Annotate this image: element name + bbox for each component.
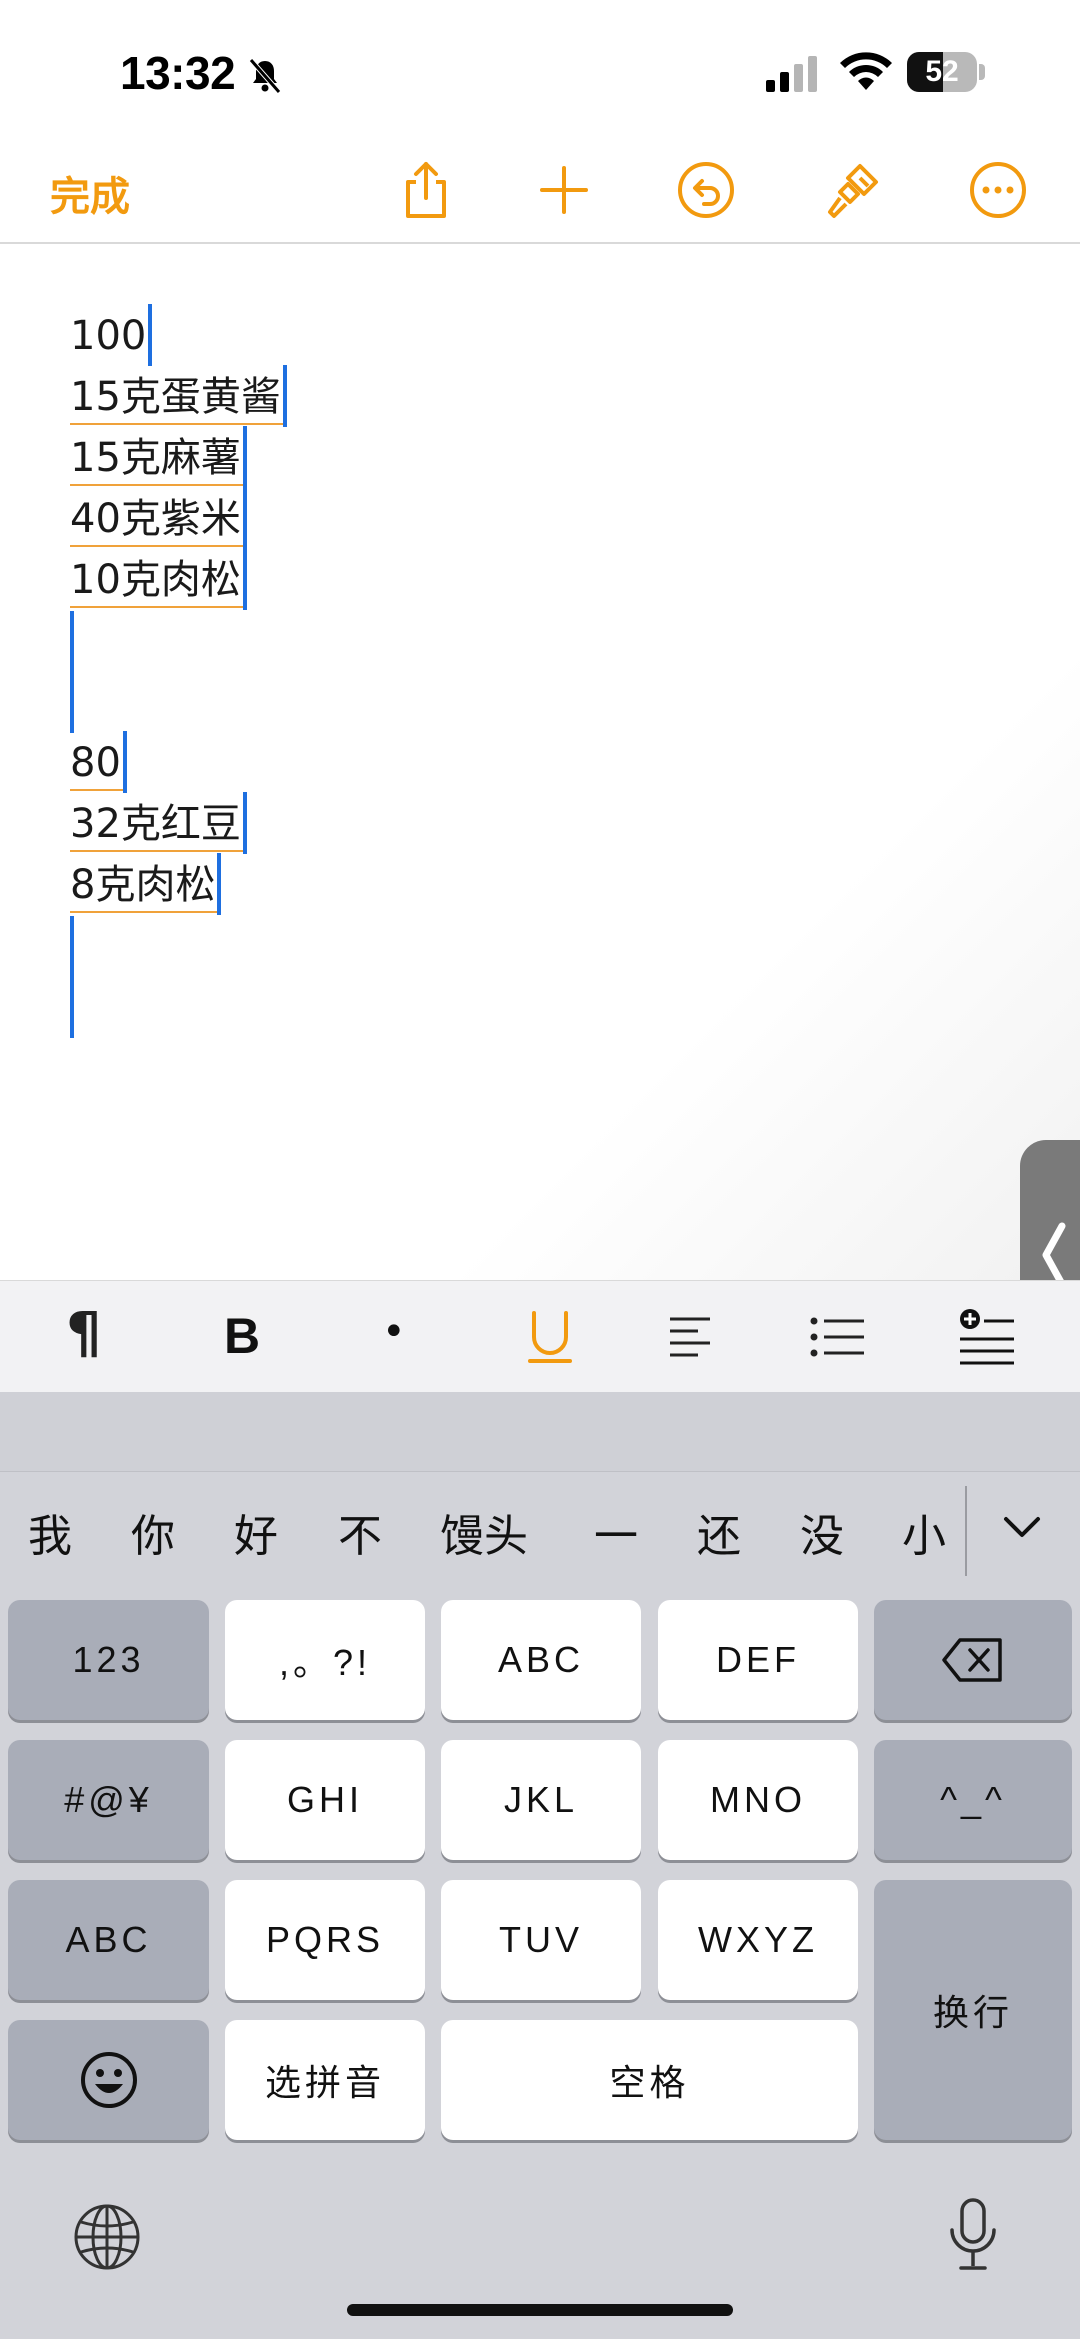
bell-muted-icon [249, 58, 281, 94]
battery-icon: 52 [907, 52, 977, 92]
insert-list-icon[interactable] [958, 1305, 1016, 1369]
text-cursor [242, 426, 247, 488]
key-wxyz[interactable]: WXYZ [658, 1880, 858, 2000]
key-123[interactable]: 123 [8, 1600, 209, 1720]
battery-level: 52 [925, 55, 959, 88]
microphone-icon[interactable] [946, 2198, 1000, 2274]
text-line[interactable]: 80 [70, 731, 287, 794]
text-cursor [242, 487, 247, 549]
key-mno[interactable]: MNO [658, 1740, 858, 1860]
share-icon[interactable] [394, 158, 458, 222]
emoji-button[interactable] [8, 2020, 209, 2140]
status-time: 13:32 [120, 47, 236, 99]
empty-line[interactable] [70, 611, 287, 733]
candidate-word[interactable]: 小 [902, 1500, 946, 1564]
key-punctuation[interactable]: ,。?! [225, 1600, 425, 1720]
key-tuv[interactable]: TUV [441, 1880, 641, 2000]
document-text[interactable]: 100 15克蛋黄酱 15克麻薯 40克紫米 10克肉松 80 32克红豆 8克… [70, 304, 287, 1038]
candidate-word[interactable]: 一 [594, 1500, 638, 1564]
text-cursor [282, 365, 287, 427]
text-line[interactable]: 10克肉松 [70, 548, 287, 611]
key-abc-mode[interactable]: ABC [8, 1880, 209, 2000]
key-pqrs[interactable]: PQRS [225, 1880, 425, 2000]
more-icon[interactable] [966, 158, 1030, 222]
format-bar: ¶ B • [0, 1280, 1080, 1392]
add-icon[interactable] [532, 158, 596, 222]
candidate-word[interactable]: 没 [800, 1500, 844, 1564]
key-ghi[interactable]: GHI [225, 1740, 425, 1860]
text-cursor [217, 853, 222, 915]
text-line[interactable]: 100 [70, 304, 287, 367]
key-symbols[interactable]: #@¥ [8, 1740, 209, 1860]
paragraph-icon[interactable]: ¶ [66, 1301, 102, 1366]
text-line[interactable]: 40克紫米 [70, 487, 287, 550]
text-line[interactable]: 32克红豆 [70, 792, 287, 855]
done-button[interactable]: 完成 [50, 164, 130, 222]
toolbar: 完成 [0, 140, 1080, 244]
key-abc[interactable]: ABC [441, 1600, 641, 1720]
return-button[interactable]: 换行 [874, 1880, 1072, 2140]
cellular-signal-icon [766, 56, 817, 92]
text-line[interactable]: 15克蛋黄酱 [70, 365, 287, 428]
text-line[interactable]: 15克麻薯 [70, 426, 287, 489]
text-cursor [122, 731, 127, 793]
text-cursor [148, 304, 153, 366]
battery-tip [979, 64, 985, 80]
text-cursor [70, 916, 74, 1038]
key-jkl[interactable]: JKL [441, 1740, 641, 1860]
candidate-divider [965, 1486, 967, 1576]
select-pinyin-button[interactable]: 选拼音 [225, 2020, 425, 2140]
candidate-word[interactable]: 你 [131, 1500, 175, 1564]
candidate-word[interactable]: 馒头 [440, 1500, 528, 1564]
candidate-word[interactable]: 不 [338, 1500, 382, 1564]
text-cursor [242, 792, 247, 854]
chevron-down-icon[interactable] [1000, 1505, 1044, 1549]
document-canvas[interactable]: 100 15克蛋黄酱 15克麻薯 40克紫米 10克肉松 80 32克红豆 8克… [0, 246, 1080, 1280]
list-icon[interactable] [810, 1305, 866, 1369]
key-def[interactable]: DEF [658, 1600, 858, 1720]
bold-icon[interactable]: B [224, 1307, 260, 1371]
globe-icon[interactable] [72, 2202, 142, 2272]
space-bar[interactable]: 空格 [441, 2020, 858, 2140]
text-cursor [242, 548, 247, 610]
candidate-word[interactable]: 我 [28, 1500, 72, 1564]
empty-line[interactable] [70, 916, 287, 1038]
candidate-word[interactable]: 还 [697, 1500, 741, 1564]
emoji-icon [80, 2052, 137, 2108]
text-line[interactable]: 8克肉松 [70, 853, 287, 916]
key-emoticon[interactable]: ^_^ [874, 1740, 1072, 1860]
text-cursor [70, 611, 74, 733]
status-bar: 13:32 52 [0, 0, 1080, 140]
delete-button[interactable] [874, 1600, 1072, 1720]
candidate-word[interactable]: 好 [234, 1500, 278, 1564]
delete-icon [942, 1638, 1002, 1682]
wifi-icon [840, 52, 892, 90]
keyboard-top-strip [0, 1392, 1080, 1472]
candidate-bar: 我 你 好 不 馒头 一 还 没 小 [0, 1472, 1080, 1582]
format-brush-icon[interactable] [820, 158, 884, 222]
undo-icon[interactable] [674, 158, 738, 222]
align-left-icon[interactable] [668, 1305, 712, 1369]
bullet-icon[interactable]: • [382, 1309, 406, 1373]
home-indicator [347, 2304, 733, 2316]
underline-icon[interactable] [520, 1305, 580, 1369]
